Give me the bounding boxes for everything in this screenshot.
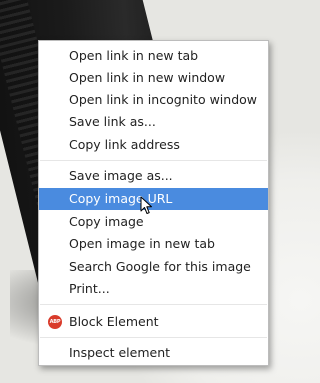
menu-item-print[interactable]: Print... (39, 278, 268, 300)
mouse-pointer-icon (140, 196, 152, 214)
menu-item-copy-link-address[interactable]: Copy link address (39, 134, 268, 156)
menu-item-save-image-as[interactable]: Save image as... (39, 165, 268, 187)
menu-item-open-link-incognito[interactable]: Open link in incognito window (39, 89, 268, 111)
menu-item-save-link-as[interactable]: Save link as... (39, 111, 268, 133)
menu-item-label: Block Element (69, 314, 159, 329)
menu-item-inspect-element[interactable]: Inspect element (39, 342, 268, 364)
menu-item-open-link-new-window[interactable]: Open link in new window (39, 67, 268, 89)
menu-item-open-link-new-tab[interactable]: Open link in new tab (39, 45, 268, 67)
menu-item-search-google-image[interactable]: Search Google for this image (39, 256, 268, 278)
menu-separator (40, 160, 267, 161)
menu-separator (40, 337, 267, 338)
menu-separator (40, 304, 267, 305)
menu-item-block-element[interactable]: ABP Block Element (39, 311, 268, 333)
menu-item-open-image-new-tab[interactable]: Open image in new tab (39, 233, 268, 255)
adblock-plus-icon: ABP (48, 315, 62, 329)
